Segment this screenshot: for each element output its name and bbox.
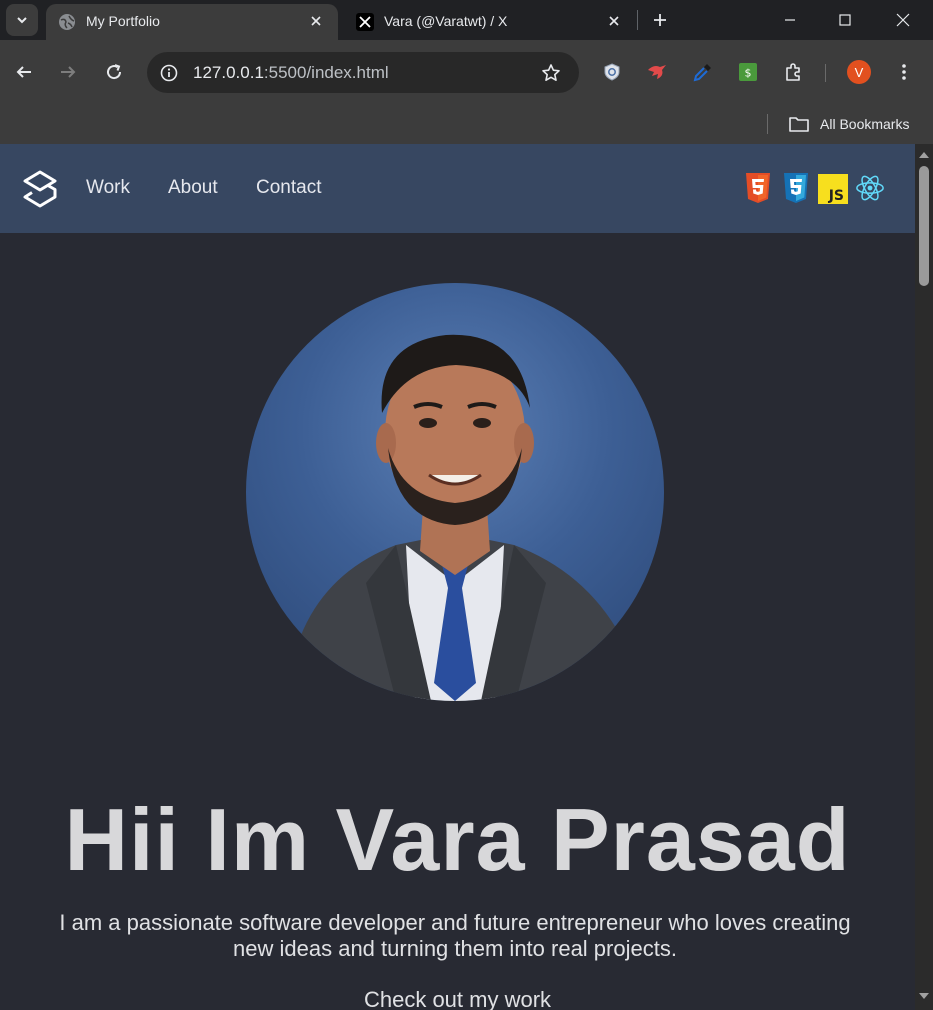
url-path: :5500/index.html xyxy=(263,63,389,82)
maximize-icon xyxy=(839,14,851,26)
eyedropper-extension-icon[interactable] xyxy=(689,58,717,86)
profile-photo-illustration xyxy=(286,334,646,701)
css3-icon xyxy=(784,173,808,203)
tab-title: My Portfolio xyxy=(86,13,160,29)
all-bookmarks-label: All Bookmarks xyxy=(820,116,910,132)
maximize-button[interactable] xyxy=(822,0,868,40)
tab-separator xyxy=(637,10,638,30)
close-tab-icon[interactable] xyxy=(604,11,624,31)
close-icon xyxy=(896,13,910,27)
browser-toolbar: 127.0.0.1:5500/index.html $ V xyxy=(0,40,933,104)
page-viewport: Work About Contact JS Hii Im Vara Prasad… xyxy=(0,144,915,1010)
back-button[interactable] xyxy=(8,56,40,88)
toolbar-separator xyxy=(825,64,826,82)
bookmarks-bar: All Bookmarks xyxy=(0,104,933,144)
all-bookmarks-button[interactable]: All Bookmarks xyxy=(788,112,909,136)
site-logo-icon[interactable] xyxy=(21,170,59,208)
browser-tab-strip: My Portfolio Vara (@Varatwt) / X xyxy=(0,0,933,40)
reload-icon xyxy=(107,64,122,80)
tab-my-portfolio[interactable]: My Portfolio xyxy=(46,4,338,40)
nav-link-work[interactable]: Work xyxy=(86,177,130,199)
tab-title: Vara (@Varatwt) / X xyxy=(384,13,508,29)
nav-link-contact[interactable]: Contact xyxy=(256,177,321,199)
plus-icon xyxy=(654,14,666,26)
react-icon xyxy=(856,175,884,201)
url-host: 127.0.0.1 xyxy=(193,63,264,82)
puzzle-extensions-icon[interactable] xyxy=(779,58,807,86)
scroll-down-arrow-icon[interactable] xyxy=(918,990,930,1002)
chevron-down-icon xyxy=(17,17,27,24)
page-scrollbar[interactable] xyxy=(915,144,933,1010)
site-info-icon[interactable] xyxy=(157,61,181,85)
profile-photo xyxy=(246,283,664,701)
svg-text:$: $ xyxy=(745,67,752,80)
minimize-button[interactable] xyxy=(767,0,813,40)
tab-x-profile[interactable]: Vara (@Varatwt) / X xyxy=(344,4,636,40)
browser-menu-button[interactable] xyxy=(890,58,918,86)
shield-extension-icon[interactable] xyxy=(598,58,626,86)
bookmarks-separator xyxy=(767,114,768,134)
arrow-left-icon xyxy=(16,66,31,78)
close-window-button[interactable] xyxy=(880,0,926,40)
green-dollar-extension-icon[interactable]: $ xyxy=(734,58,762,86)
x-logo-icon xyxy=(356,13,374,31)
tab-search-button[interactable] xyxy=(6,4,38,36)
scroll-up-arrow-icon[interactable] xyxy=(918,149,930,161)
reload-button[interactable] xyxy=(98,56,130,88)
hero-title: Hii Im Vara Prasad xyxy=(64,790,851,889)
minimize-icon xyxy=(785,19,795,21)
arrow-right-icon xyxy=(61,66,76,78)
hero-description: I am a passionate software developer and… xyxy=(59,910,851,961)
javascript-icon: JS xyxy=(818,174,848,204)
profile-avatar[interactable]: V xyxy=(847,60,871,84)
profile-initial: V xyxy=(854,64,864,80)
red-bird-extension-icon[interactable] xyxy=(643,58,671,86)
check-out-work-link[interactable]: Check out my work xyxy=(0,987,915,1010)
folder-icon xyxy=(789,117,809,132)
svg-text:JS: JS xyxy=(828,188,844,204)
close-tab-icon[interactable] xyxy=(306,11,326,31)
bookmark-star-icon[interactable] xyxy=(539,61,563,85)
url-text[interactable]: 127.0.0.1:5500/index.html xyxy=(193,63,389,83)
html5-icon xyxy=(746,173,770,203)
address-bar[interactable]: 127.0.0.1:5500/index.html xyxy=(147,52,579,93)
scrollbar-thumb[interactable] xyxy=(919,166,929,286)
nav-link-about[interactable]: About xyxy=(168,177,218,199)
site-navbar: Work About Contact JS xyxy=(0,144,915,233)
new-tab-button[interactable] xyxy=(646,6,674,34)
globe-icon xyxy=(58,13,76,31)
kebab-menu-icon xyxy=(902,64,906,80)
forward-button[interactable] xyxy=(52,56,84,88)
